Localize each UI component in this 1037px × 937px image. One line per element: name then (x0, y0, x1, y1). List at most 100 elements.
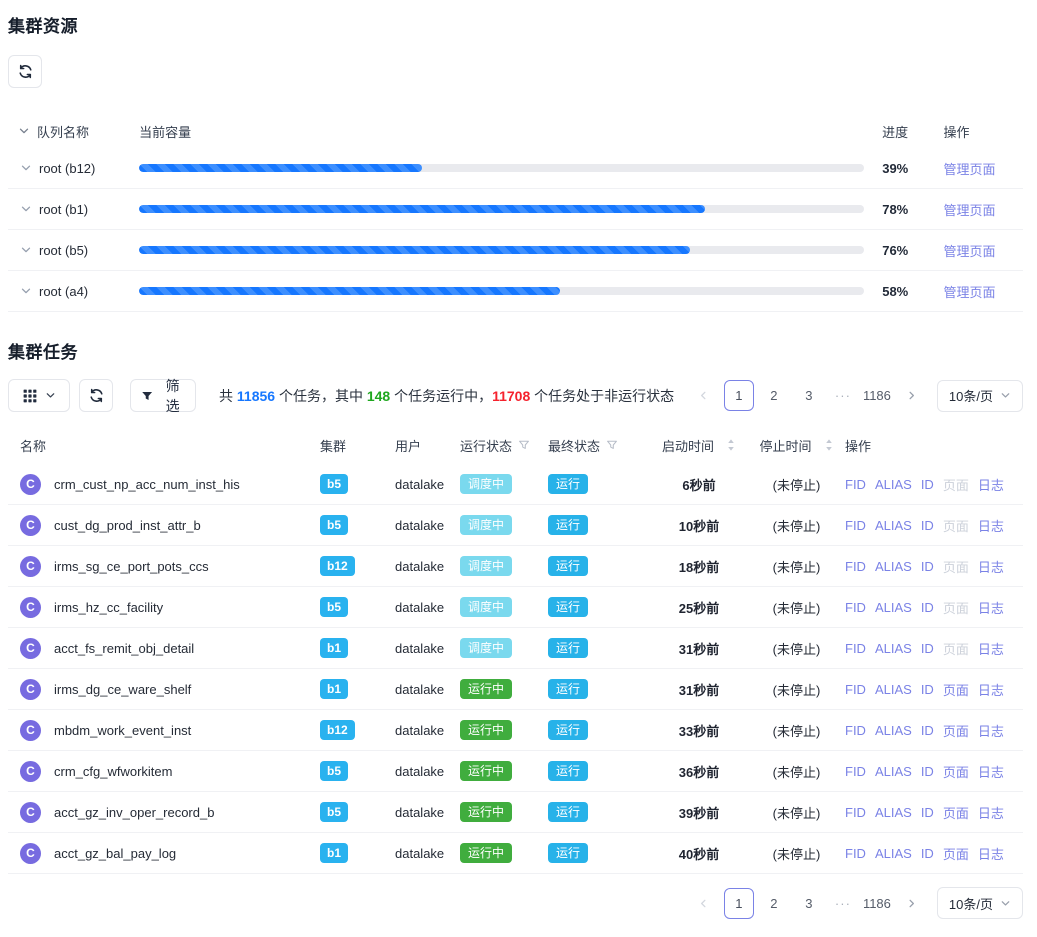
start-time: 33秒前 (650, 721, 748, 740)
op-log-link[interactable]: 日志 (978, 762, 1004, 781)
op-alias-link[interactable]: ALIAS (875, 641, 912, 656)
task-user: datalake (395, 846, 460, 861)
pagination-ellipsis[interactable]: ··· (829, 896, 857, 911)
op-log-link[interactable]: 日志 (978, 844, 1004, 863)
resources-refresh-button[interactable] (8, 55, 42, 88)
page-3-button[interactable]: 3 (794, 380, 824, 411)
next-page-button[interactable] (897, 888, 927, 919)
task-name: crm_cust_np_acc_num_inst_his (54, 477, 240, 492)
prev-page-button[interactable] (689, 888, 719, 919)
op-fid-link[interactable]: FID (845, 477, 866, 492)
op-log-link[interactable]: 日志 (978, 803, 1004, 822)
op-alias-link[interactable]: ALIAS (875, 723, 912, 738)
op-page-link[interactable]: 页面 (943, 762, 969, 781)
op-fid-link[interactable]: FID (845, 600, 866, 615)
chevron-down-icon[interactable] (20, 162, 32, 174)
next-page-button[interactable] (897, 380, 927, 411)
op-fid-link[interactable]: FID (845, 559, 866, 574)
page-last-button[interactable]: 1186 (862, 380, 892, 411)
op-id-link[interactable]: ID (921, 846, 934, 861)
chevron-down-icon[interactable] (18, 125, 30, 137)
manage-page-link[interactable]: 管理页面 (944, 203, 996, 218)
manage-page-link[interactable]: 管理页面 (944, 285, 996, 300)
page-size-select[interactable]: 10条/页 (937, 887, 1023, 919)
page-3-button[interactable]: 3 (794, 888, 824, 919)
funnel-icon[interactable] (518, 439, 530, 451)
op-page-link[interactable]: 页面 (943, 803, 969, 822)
op-id-link[interactable]: ID (921, 641, 934, 656)
op-alias-link[interactable]: ALIAS (875, 682, 912, 697)
op-id-link[interactable]: ID (921, 764, 934, 779)
capacity-cell (139, 287, 864, 295)
pagination-ellipsis[interactable]: ··· (829, 388, 857, 403)
grid-3x3-icon (23, 389, 37, 403)
op-alias-link[interactable]: ALIAS (875, 805, 912, 820)
op-alias-link[interactable]: ALIAS (875, 477, 912, 492)
op-log-link[interactable]: 日志 (978, 475, 1004, 494)
chevron-down-icon[interactable] (20, 203, 32, 215)
op-fid-link[interactable]: FID (845, 641, 866, 656)
op-id-link[interactable]: ID (921, 682, 934, 697)
filter-button[interactable]: 筛选 (130, 379, 196, 412)
task-avatar: C (20, 761, 41, 782)
task-name: crm_cfg_wfworkitem (54, 764, 172, 779)
final-status-badge: 运行 (548, 802, 588, 822)
op-page-link[interactable]: 页面 (943, 721, 969, 740)
op-id-link[interactable]: ID (921, 723, 934, 738)
op-alias-link[interactable]: ALIAS (875, 764, 912, 779)
page-size-select[interactable]: 10条/页 (937, 380, 1023, 412)
op-page-link[interactable]: 页面 (943, 680, 969, 699)
capacity-cell (139, 246, 864, 254)
op-log-link[interactable]: 日志 (978, 557, 1004, 576)
op-fid-link[interactable]: FID (845, 805, 866, 820)
stop-time: (未停止) (748, 516, 845, 535)
op-log-link[interactable]: 日志 (978, 639, 1004, 658)
op-id-link[interactable]: ID (921, 805, 934, 820)
op-log-link[interactable]: 日志 (978, 721, 1004, 740)
op-fid-link[interactable]: FID (845, 682, 866, 697)
page-1-button[interactable]: 1 (724, 380, 754, 411)
page-last-button[interactable]: 1186 (862, 888, 892, 919)
page-2-button[interactable]: 2 (759, 888, 789, 919)
op-log-link[interactable]: 日志 (978, 516, 1004, 535)
manage-page-link[interactable]: 管理页面 (944, 162, 996, 177)
op-log-link[interactable]: 日志 (978, 680, 1004, 699)
funnel-icon[interactable] (606, 439, 618, 451)
page-2-button[interactable]: 2 (759, 380, 789, 411)
chevron-down-icon[interactable] (20, 285, 32, 297)
op-id-link[interactable]: ID (921, 518, 934, 533)
run-status-badge: 运行中 (460, 843, 512, 863)
col-progress: 进度 (882, 122, 929, 141)
prev-page-button[interactable] (689, 380, 719, 411)
run-status-badge: 运行中 (460, 761, 512, 781)
page-size-label: 10条/页 (949, 386, 993, 405)
start-time: 31秒前 (650, 680, 748, 699)
task-row: C crm_cfg_wfworkitem b5 datalake 运行中 运行 … (8, 751, 1023, 792)
op-id-link[interactable]: ID (921, 559, 934, 574)
op-fid-link[interactable]: FID (845, 518, 866, 533)
manage-page-link[interactable]: 管理页面 (944, 244, 996, 259)
op-log-link[interactable]: 日志 (978, 598, 1004, 617)
op-fid-link[interactable]: FID (845, 846, 866, 861)
page-1-button[interactable]: 1 (724, 888, 754, 919)
op-page-link[interactable]: 页面 (943, 844, 969, 863)
queue-name-cell: root (a4) (8, 284, 139, 299)
op-alias-link[interactable]: ALIAS (875, 559, 912, 574)
queue-row: root (b5) 76% 管理页面 (8, 230, 1023, 271)
op-id-link[interactable]: ID (921, 600, 934, 615)
op-fid-link[interactable]: FID (845, 723, 866, 738)
op-id-link[interactable]: ID (921, 477, 934, 492)
chevron-down-icon[interactable] (20, 244, 32, 256)
op-fid-link[interactable]: FID (845, 764, 866, 779)
op-alias-link[interactable]: ALIAS (875, 600, 912, 615)
caret-up-down-icon[interactable] (726, 438, 736, 452)
summary-text: 个任务运行中， (390, 388, 492, 404)
stop-time: (未停止) (748, 844, 845, 863)
start-time: 18秒前 (650, 557, 748, 576)
op-alias-link[interactable]: ALIAS (875, 846, 912, 861)
tasks-refresh-button[interactable] (79, 379, 113, 412)
caret-up-down-icon[interactable] (824, 438, 834, 452)
stop-time: (未停止) (748, 721, 845, 740)
op-alias-link[interactable]: ALIAS (875, 518, 912, 533)
view-mode-dropdown-button[interactable] (8, 379, 70, 412)
